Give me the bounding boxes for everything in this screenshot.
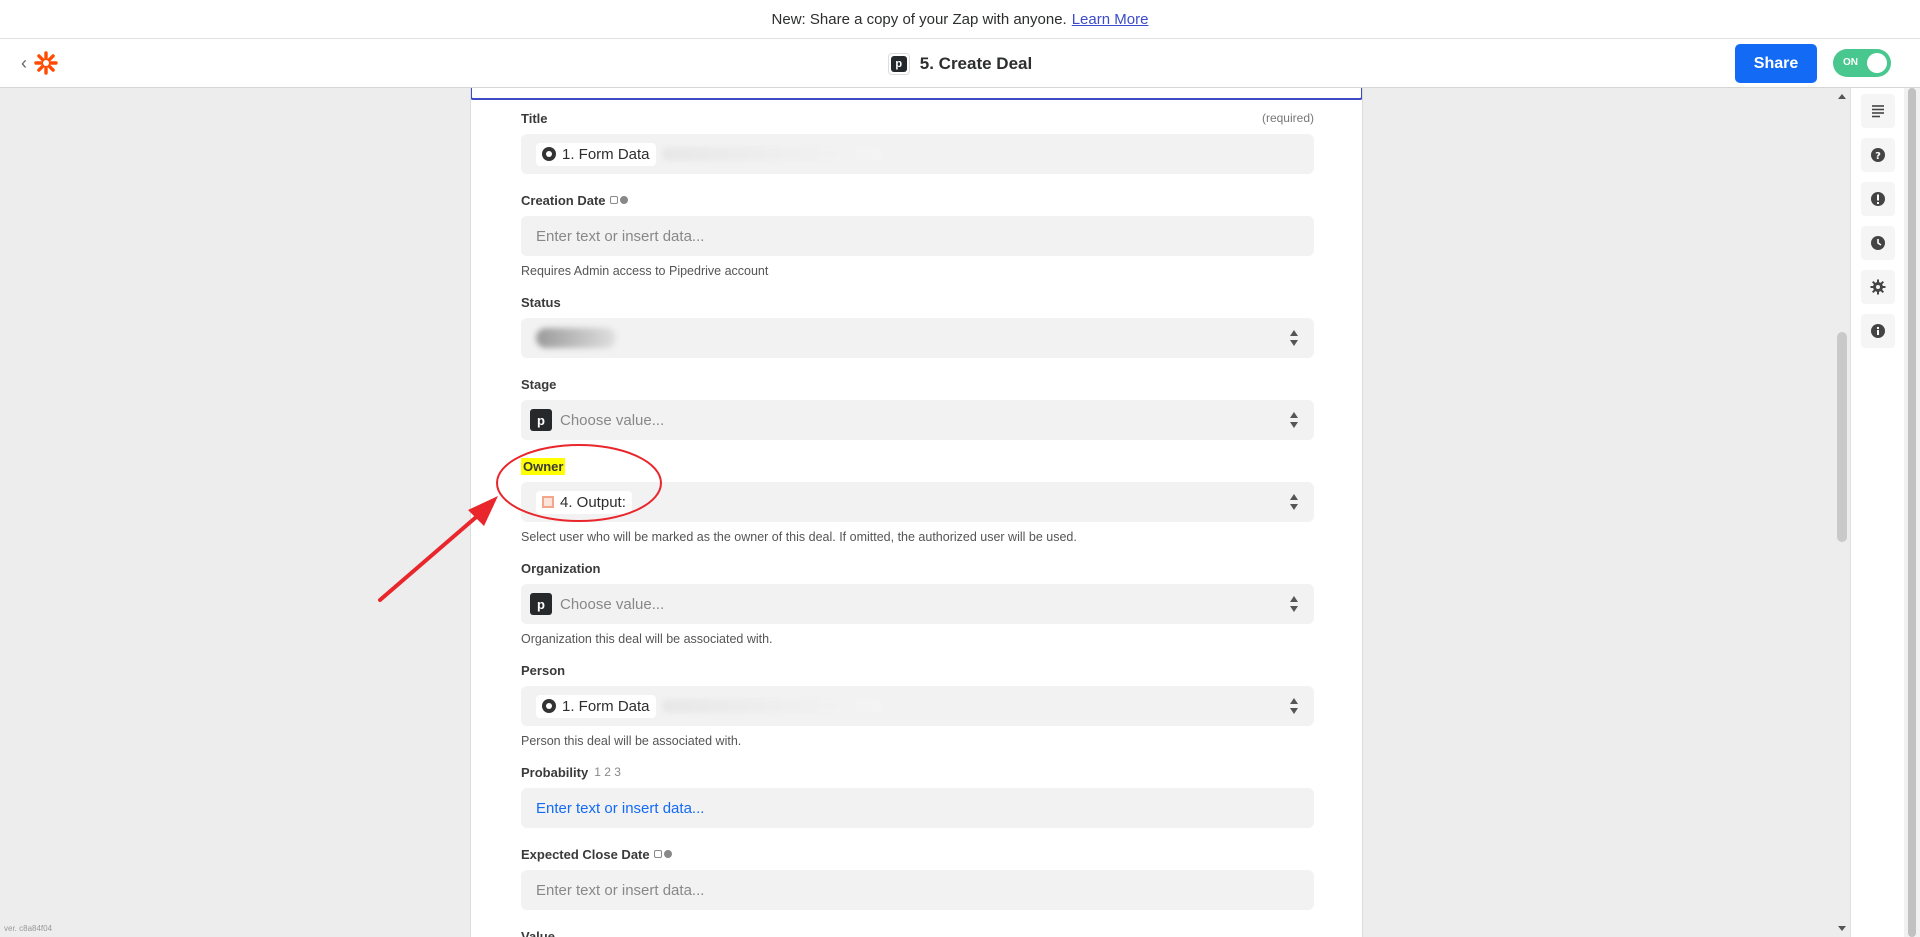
field-organization: Organization p Choose value... Organizat… bbox=[521, 560, 1314, 646]
learn-more-link[interactable]: Learn More bbox=[1072, 11, 1149, 28]
calendar-icon bbox=[653, 850, 662, 858]
probability-input[interactable]: Enter text or insert data... bbox=[521, 788, 1314, 828]
field-probability: Probability 1 2 3 Enter text or insert d… bbox=[521, 764, 1314, 828]
field-label: Owner bbox=[521, 457, 566, 475]
field-label: Title (required) bbox=[521, 110, 1314, 126]
help-text: Select user who will be marked as the ow… bbox=[521, 530, 1077, 544]
field-label: Creation Date bbox=[521, 192, 1314, 208]
data-pill[interactable]: 1. Form Data bbox=[536, 142, 656, 166]
pipedrive-app-icon: p bbox=[887, 52, 910, 75]
action-editor-panel: Title (required) 1. Form Data Creation D… bbox=[470, 88, 1363, 937]
field-label: Value bbox=[521, 928, 555, 937]
formdata-icon bbox=[542, 699, 556, 713]
expected-close-date-input[interactable]: Enter text or insert data... bbox=[521, 870, 1314, 910]
redacted-text bbox=[661, 147, 882, 161]
zapier-logo-icon[interactable] bbox=[34, 51, 58, 75]
field-label: Expected Close Date bbox=[521, 846, 1314, 862]
field-person: Person 1. Form Data Person this deal wil… bbox=[521, 662, 1314, 748]
help-text: Person this deal will be associated with… bbox=[521, 734, 742, 748]
formdata-icon bbox=[542, 147, 556, 161]
select-arrows-icon bbox=[1290, 494, 1298, 510]
history-icon[interactable] bbox=[1861, 226, 1895, 260]
data-pill[interactable]: 4. Output: bbox=[536, 490, 632, 514]
owner-select[interactable]: 4. Output: bbox=[521, 482, 1314, 522]
select-arrows-icon bbox=[1290, 412, 1298, 428]
annotation-arrow-shaft bbox=[378, 510, 484, 602]
announcement-banner: New: Share a copy of your Zap with anyon… bbox=[0, 0, 1920, 39]
scroll-up-icon[interactable] bbox=[1838, 94, 1846, 99]
select-arrows-icon bbox=[1290, 330, 1298, 346]
field-owner: Owner 4. Output: Select user who will be… bbox=[521, 457, 1314, 544]
panel-focus-edge bbox=[471, 88, 1362, 100]
alert-icon[interactable] bbox=[1861, 182, 1895, 216]
right-sidebar: ? bbox=[1850, 88, 1904, 937]
svg-text:?: ? bbox=[1875, 151, 1881, 162]
page-scrollbar[interactable] bbox=[1904, 88, 1920, 937]
zap-on-toggle[interactable]: ON bbox=[1833, 49, 1891, 77]
title-input[interactable]: 1. Form Data bbox=[521, 134, 1314, 174]
scroll-down-icon[interactable] bbox=[1838, 926, 1846, 931]
help-icon[interactable]: ? bbox=[1861, 138, 1895, 172]
field-label: Stage bbox=[521, 376, 557, 392]
editor-scrollbar[interactable] bbox=[1834, 88, 1850, 937]
field-title: Title (required) 1. Form Data bbox=[521, 110, 1314, 174]
scroll-thumb[interactable] bbox=[1837, 332, 1847, 542]
formatter-icon bbox=[542, 496, 554, 508]
field-expected-close-date: Expected Close Date Enter text or insert… bbox=[521, 846, 1314, 910]
required-marker: (required) bbox=[1261, 111, 1314, 125]
clock-icon bbox=[663, 850, 672, 858]
field-value: Value bbox=[521, 928, 1314, 937]
help-text: Requires Admin access to Pipedrive accou… bbox=[521, 264, 769, 278]
field-status: Status bbox=[521, 294, 1314, 358]
field-label: Organization bbox=[521, 560, 601, 576]
field-stage: Stage p Choose value... bbox=[521, 376, 1314, 440]
editor-header: ‹ p 5. Create Deal Share ON bbox=[0, 39, 1920, 88]
redacted-text bbox=[661, 699, 882, 713]
data-pill[interactable]: 1. Form Data bbox=[536, 694, 656, 718]
field-label: Person bbox=[521, 662, 566, 678]
creation-date-input[interactable]: Enter text or insert data... bbox=[521, 216, 1314, 256]
select-arrows-icon bbox=[1290, 596, 1298, 612]
banner-text: New: Share a copy of your Zap with anyon… bbox=[771, 10, 1067, 28]
step-title-wrap: p 5. Create Deal bbox=[0, 39, 1920, 88]
version-text: ver. c8a84f04 bbox=[4, 924, 53, 933]
clock-icon bbox=[619, 196, 628, 204]
toggle-knob bbox=[1867, 53, 1887, 73]
share-button[interactable]: Share bbox=[1735, 44, 1817, 83]
field-label: Status bbox=[521, 294, 561, 310]
status-select[interactable] bbox=[521, 318, 1314, 358]
calendar-icon bbox=[609, 196, 618, 204]
select-arrows-icon bbox=[1290, 698, 1298, 714]
info-icon[interactable] bbox=[1861, 314, 1895, 348]
back-chevron-icon[interactable]: ‹ bbox=[14, 53, 34, 73]
field-hint: 1 2 3 bbox=[594, 765, 621, 779]
field-label: Probability 1 2 3 bbox=[521, 764, 621, 780]
field-creation-date: Creation Date Enter text or insert data.… bbox=[521, 192, 1314, 278]
organization-select[interactable]: p Choose value... bbox=[521, 584, 1314, 624]
notes-icon[interactable] bbox=[1861, 94, 1895, 128]
pipedrive-icon: p bbox=[530, 593, 552, 615]
redacted-value bbox=[536, 328, 616, 348]
toggle-label: ON bbox=[1843, 57, 1858, 68]
page-scroll-thumb[interactable] bbox=[1908, 88, 1916, 937]
stage-select[interactable]: p Choose value... bbox=[521, 400, 1314, 440]
help-text: Organization this deal will be associate… bbox=[521, 632, 773, 646]
person-select[interactable]: 1. Form Data bbox=[521, 686, 1314, 726]
pipedrive-icon: p bbox=[530, 409, 552, 431]
step-title: 5. Create Deal bbox=[919, 53, 1033, 73]
settings-icon[interactable] bbox=[1861, 270, 1895, 304]
